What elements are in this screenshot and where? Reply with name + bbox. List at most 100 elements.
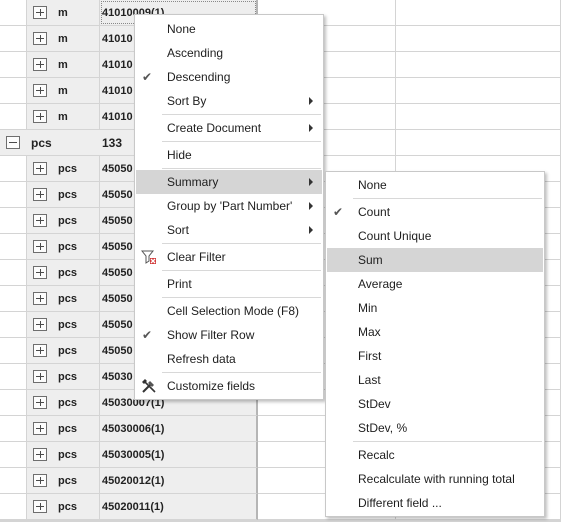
- menu-item-max[interactable]: Max: [327, 320, 543, 344]
- empty-cell[interactable]: [396, 52, 561, 78]
- menu-item-last[interactable]: Last: [327, 368, 543, 392]
- menu-item-descending[interactable]: ✔ Descending: [136, 65, 322, 89]
- menu-item-different-field[interactable]: Different field ...: [327, 491, 543, 515]
- menu-item-sum[interactable]: Sum: [327, 248, 543, 272]
- part-number-cell[interactable]: 45020012(1): [100, 468, 258, 494]
- menu-item-hide[interactable]: Hide: [136, 143, 322, 167]
- menu-item-label: Summary: [167, 175, 219, 189]
- menu-item-stdev[interactable]: StDev, %: [327, 416, 543, 440]
- menu-item-none[interactable]: None: [136, 17, 322, 41]
- summary-submenu: None ✔ Count Count Unique Sum Average Min Max Fi…: [325, 171, 545, 517]
- expand-row-icon[interactable]: [33, 500, 47, 513]
- menu-item-label: Group by 'Part Number': [167, 199, 293, 213]
- menu-item-sort-by[interactable]: Sort By: [136, 89, 322, 113]
- menu-item-recalc[interactable]: Recalc: [327, 443, 543, 467]
- expand-row-icon[interactable]: [33, 370, 47, 383]
- expand-row-icon[interactable]: [33, 396, 47, 409]
- menu-item-group-by-part-number[interactable]: Group by 'Part Number': [136, 194, 322, 218]
- expand-row-icon[interactable]: [33, 344, 47, 357]
- part-number-cell[interactable]: 45030006(1): [100, 416, 258, 442]
- expand-row-icon[interactable]: [33, 6, 47, 19]
- empty-cell[interactable]: [396, 130, 561, 156]
- menu-item-count-unique[interactable]: Count Unique: [327, 224, 543, 248]
- indent-cell: [0, 0, 27, 26]
- menu-separator: [353, 441, 542, 442]
- unit-label: pcs: [58, 345, 77, 357]
- column-context-menu: None Ascending ✔ Descending Sort By Create Do…: [134, 14, 324, 400]
- menu-item-first[interactable]: First: [327, 344, 543, 368]
- empty-cell[interactable]: [396, 26, 561, 52]
- unit-label: m: [58, 7, 68, 19]
- expand-row-icon[interactable]: [33, 448, 47, 461]
- menu-item-cell-selection-mode-f8[interactable]: Cell Selection Mode (F8): [136, 299, 322, 323]
- empty-cell[interactable]: [396, 104, 561, 130]
- menu-item-label: None: [167, 22, 196, 36]
- empty-cell[interactable]: [396, 0, 561, 26]
- expand-row-icon[interactable]: [33, 318, 47, 331]
- expand-row-icon[interactable]: [33, 188, 47, 201]
- part-number-label: 45050: [102, 189, 133, 201]
- expand-row-icon[interactable]: [33, 240, 47, 253]
- expand-row-icon[interactable]: [33, 32, 47, 45]
- unit-label: pcs: [58, 163, 77, 175]
- menu-item-customize-fields[interactable]: Customize fields: [136, 374, 322, 398]
- menu-item-recalculate-with-running-total[interactable]: Recalculate with running total: [327, 467, 543, 491]
- expand-row-icon[interactable]: [33, 422, 47, 435]
- unit-label: pcs: [58, 319, 77, 331]
- menu-item-average[interactable]: Average: [327, 272, 543, 296]
- menu-separator: [162, 114, 321, 115]
- unit-label: m: [58, 59, 68, 71]
- part-number-label: 45030006(1): [102, 423, 165, 435]
- indent-cell: [0, 234, 27, 260]
- checkmark-icon: ✔: [333, 205, 344, 219]
- menu-item-refresh-data[interactable]: Refresh data: [136, 347, 322, 371]
- unit-label: pcs: [58, 501, 77, 513]
- menu-item-sort[interactable]: Sort: [136, 218, 322, 242]
- menu-item-label: Sort By: [167, 94, 207, 108]
- menu-item-count[interactable]: ✔ Count: [327, 200, 543, 224]
- expand-row-icon[interactable]: [33, 266, 47, 279]
- indent-cell: [0, 338, 27, 364]
- menu-item-label: Sum: [358, 253, 383, 267]
- part-number-cell[interactable]: 45020011(1): [100, 494, 258, 520]
- menu-item-label: Max: [358, 325, 381, 339]
- expand-row-icon[interactable]: [33, 162, 47, 175]
- unit-label: pcs: [58, 371, 77, 383]
- part-number-label: 41010: [102, 85, 133, 97]
- menu-item-label: Count Unique: [358, 229, 432, 243]
- expand-row-icon[interactable]: [33, 110, 47, 123]
- group-number-label: 133: [102, 136, 123, 150]
- menu-item-show-filter-row[interactable]: ✔ Show Filter Row: [136, 323, 322, 347]
- indent-cell: [0, 390, 27, 416]
- indent-cell: [0, 442, 27, 468]
- expand-row-icon[interactable]: [33, 58, 47, 71]
- indent-cell: [0, 104, 27, 130]
- expand-row-icon[interactable]: [33, 84, 47, 97]
- menu-item-label: Descending: [167, 70, 231, 84]
- menu-item-ascending[interactable]: Ascending: [136, 41, 322, 65]
- indent-cell: [0, 416, 27, 442]
- expand-row-icon[interactable]: [33, 214, 47, 227]
- empty-cell[interactable]: [396, 78, 561, 104]
- menu-item-label: Show Filter Row: [167, 328, 255, 342]
- menu-item-print[interactable]: Print: [136, 272, 322, 296]
- menu-item-min[interactable]: Min: [327, 296, 543, 320]
- unit-label: m: [58, 111, 68, 123]
- menu-item-clear-filter[interactable]: Clear Filter: [136, 245, 322, 269]
- menu-item-stdev[interactable]: StDev: [327, 392, 543, 416]
- expand-row-icon[interactable]: [33, 292, 47, 305]
- unit-label: pcs: [58, 449, 77, 461]
- part-number-cell[interactable]: 45030005(1): [100, 442, 258, 468]
- indent-cell: [0, 364, 27, 390]
- part-number-label: 45050: [102, 215, 133, 227]
- indent-cell: [0, 494, 27, 520]
- indent-cell: [0, 156, 27, 182]
- part-number-label: 45050: [102, 241, 133, 253]
- indent-cell: [0, 286, 27, 312]
- menu-item-label: Last: [358, 373, 381, 387]
- menu-item-none[interactable]: None: [327, 173, 543, 197]
- collapse-group-icon[interactable]: [6, 136, 20, 149]
- menu-item-summary[interactable]: Summary: [136, 170, 322, 194]
- menu-item-create-document[interactable]: Create Document: [136, 116, 322, 140]
- expand-row-icon[interactable]: [33, 474, 47, 487]
